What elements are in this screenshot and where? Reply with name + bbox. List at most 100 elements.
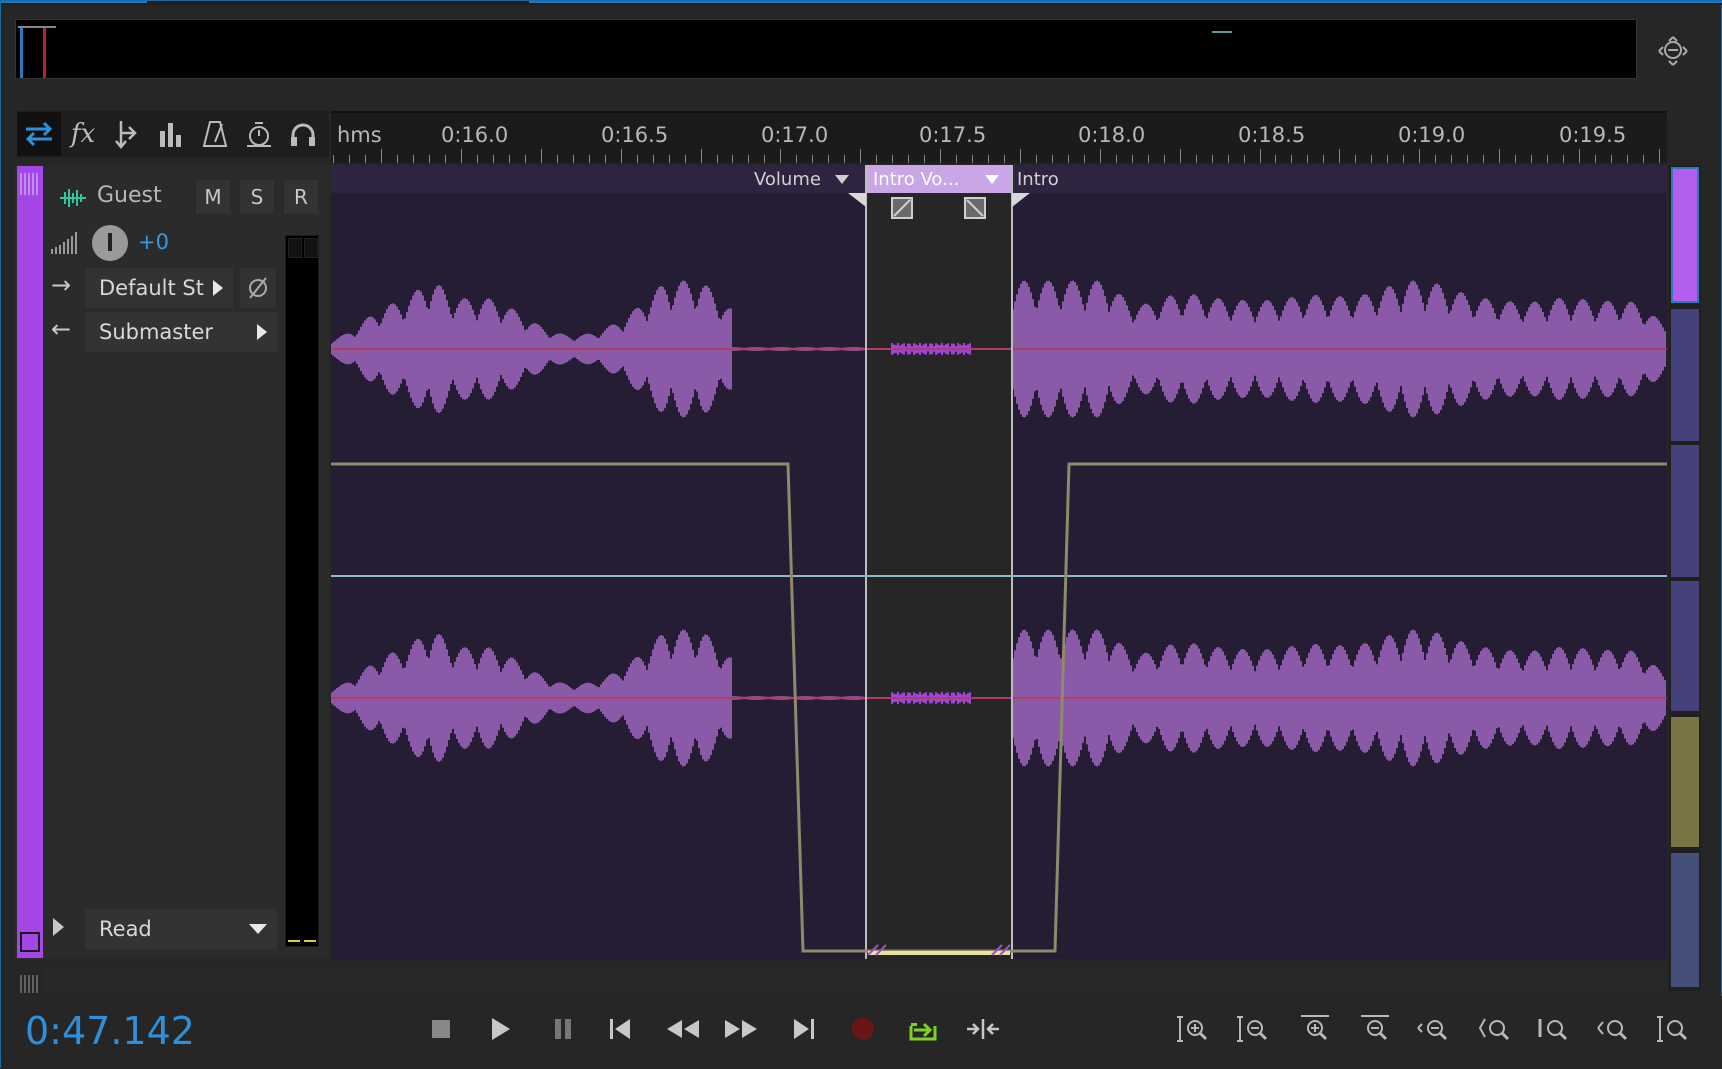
phase-icon (249, 277, 267, 299)
ruler-tick (1275, 155, 1277, 163)
ruler-tick (1610, 155, 1612, 163)
stop-icon[interactable] (419, 1009, 463, 1049)
track-grip-handle[interactable] (20, 173, 40, 195)
fx-icon[interactable]: fx (61, 112, 105, 156)
track-select-checkbox[interactable] (20, 932, 40, 952)
go-to-end-icon[interactable] (781, 1009, 825, 1049)
ruler-tick (1435, 155, 1437, 163)
ruler-tick (381, 149, 383, 163)
ruler-tick (1451, 155, 1453, 163)
ruler-tick (940, 149, 942, 163)
skip-selection-icon[interactable] (961, 1009, 1005, 1049)
zoom-in-right-icon[interactable] (1531, 1009, 1575, 1049)
ruler-tick (1658, 149, 1660, 163)
output-dropdown[interactable]: Submaster (85, 312, 277, 352)
zoom-in-amplitude-icon[interactable] (1171, 1009, 1215, 1049)
input-label: Default St (99, 276, 204, 300)
clip-tab-intro[interactable]: Intro (1017, 165, 1097, 193)
ruler-tick (540, 149, 542, 163)
ruler-tick (876, 155, 878, 163)
play-icon[interactable] (479, 1009, 523, 1049)
track-name[interactable]: Guest (97, 183, 162, 208)
ruler-label: 0:16.0 (441, 123, 509, 147)
volume-knob[interactable] (92, 225, 128, 261)
ruler-label: 0:17.0 (761, 123, 829, 147)
scroll-thumb[interactable] (1671, 167, 1699, 303)
ruler-tick (1339, 149, 1341, 163)
zoom-selected-tracks-icon[interactable] (1651, 1009, 1695, 1049)
ruler-label: 0:19.0 (1398, 123, 1466, 147)
pause-icon[interactable] (541, 1009, 585, 1049)
automation-mode-dropdown[interactable]: Read (85, 909, 277, 949)
track-color-bar[interactable] (17, 166, 43, 958)
go-to-start-icon[interactable] (599, 1009, 643, 1049)
ruler-tick (1387, 155, 1389, 163)
ruler-tick (1578, 149, 1580, 163)
zoom-in-time-icon[interactable] (1291, 1009, 1335, 1049)
ruler-tick (524, 155, 526, 163)
ruler-tick (1419, 149, 1421, 163)
rewind-icon[interactable] (661, 1009, 705, 1049)
send-icon[interactable] (105, 112, 149, 156)
timer-icon[interactable] (237, 112, 281, 156)
mute-button[interactable]: M (195, 179, 231, 215)
ruler-tick (652, 155, 654, 163)
timecode-display[interactable]: 0:47.142 (25, 1009, 195, 1053)
expand-automation-icon[interactable] (53, 918, 64, 936)
ruler-tick (956, 155, 958, 163)
record-arm-button[interactable]: R (283, 179, 319, 215)
ruler-tick (476, 155, 478, 163)
zoom-out-amplitude-icon[interactable] (1231, 1009, 1275, 1049)
ruler-tick (397, 155, 399, 163)
ruler-tick (365, 155, 367, 163)
chevron-down-icon[interactable] (985, 175, 999, 184)
phase-invert-button[interactable] (240, 268, 276, 308)
metronome-icon[interactable] (193, 112, 237, 156)
eq-icon[interactable] (149, 112, 193, 156)
waveform-editor[interactable]: Volume Intro Vo... Intro (331, 165, 1667, 959)
record-icon[interactable] (841, 1009, 885, 1049)
top-tab-strip (1, 1, 1722, 5)
next-track-grip[interactable] (20, 975, 40, 993)
ruler-tick (924, 155, 926, 163)
zoom-out-time-icon[interactable] (1351, 1009, 1395, 1049)
vertical-track-scrollbar[interactable] (1669, 165, 1701, 991)
ruler-tick (492, 155, 494, 163)
zoom-to-selection-icon[interactable] (1591, 1009, 1635, 1049)
ruler-tick (1530, 155, 1532, 163)
ruler-label: 0:17.5 (919, 123, 987, 147)
zoom-in-left-icon[interactable] (1473, 1009, 1517, 1049)
ruler-tick (684, 155, 686, 163)
input-dropdown[interactable]: Default St (85, 268, 233, 308)
loop-icon[interactable] (901, 1009, 945, 1049)
ruler-tick (1515, 155, 1517, 163)
solo-button[interactable]: S (239, 179, 275, 215)
overview-timeline[interactable] (15, 19, 1637, 79)
ruler-tick (1227, 155, 1229, 163)
clip-tab-selected[interactable]: Intro Vo... (867, 165, 1011, 193)
waveform-track-icon (60, 189, 86, 207)
chevron-down-icon[interactable] (834, 174, 849, 184)
zoom-out-full-icon[interactable] (1653, 33, 1693, 69)
ruler-unit: hms (337, 123, 382, 147)
time-ruler[interactable]: hms 0:16.0 0:16.5 0:17.0 0:17.5 0:18.0 0… (331, 111, 1667, 163)
zoom-out-full-icon[interactable] (1411, 1009, 1455, 1049)
fast-forward-icon[interactable] (719, 1009, 763, 1049)
volume-value[interactable]: +0 (138, 230, 169, 254)
ruler-tick (1067, 155, 1069, 163)
ruler-label: 0:16.5 (601, 123, 669, 147)
ruler-tick (1626, 155, 1628, 163)
track-controls-toolbar: fx (17, 111, 329, 157)
ruler-tick (556, 155, 558, 163)
clip-tab-volume[interactable]: Volume (754, 165, 864, 193)
ruler-tick (1307, 155, 1309, 163)
ruler-tick (413, 155, 415, 163)
ruler-tick (844, 155, 846, 163)
waveform-canvas[interactable] (331, 165, 1667, 959)
ruler-tick (445, 155, 447, 163)
headphones-icon[interactable] (281, 112, 325, 156)
ruler-tick (1131, 155, 1133, 163)
switch-icon[interactable] (17, 112, 61, 156)
ruler-tick (588, 155, 590, 163)
volume-icon (51, 232, 77, 254)
